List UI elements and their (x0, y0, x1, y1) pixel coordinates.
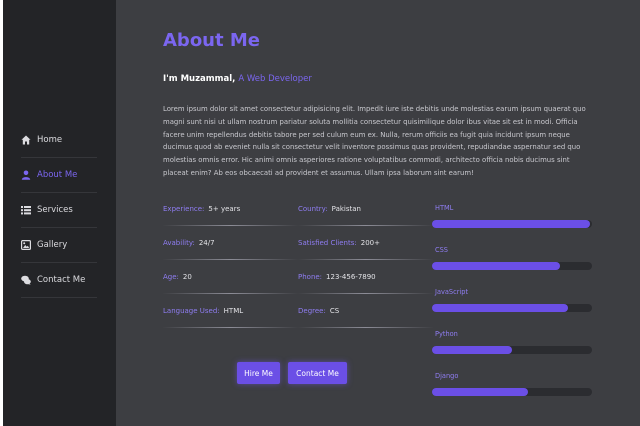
user-icon (21, 170, 31, 180)
skill-bar-track (432, 262, 592, 270)
main-content: About Me I'm Muzammal, A Web Developer L… (116, 0, 640, 426)
info-row: Avability: 24/7 Satisfied Clients: 200+ (163, 226, 433, 260)
skill-bar-track (432, 346, 592, 354)
skill-python: Python (432, 330, 592, 372)
nav-item-services[interactable]: Services (21, 193, 97, 228)
nav-item-label: Home (37, 135, 63, 145)
nav-item-about-me[interactable]: About Me (21, 158, 97, 193)
intro-role: A Web Developer (238, 74, 312, 84)
nav-item-home[interactable]: Home (21, 123, 97, 158)
info-country: Country: Pakistan (298, 192, 433, 226)
nav-item-contact-me[interactable]: Contact Me (21, 263, 97, 298)
info-row: Age: 20 Phone: 123-456-7890 (163, 260, 433, 294)
intro-name: I'm Muzammal, (163, 74, 236, 84)
image-icon (21, 240, 31, 250)
info-phone: Phone: 123-456-7890 (298, 260, 433, 294)
info-value: 24/7 (198, 238, 215, 247)
info-label: Degree: (298, 306, 326, 315)
nav-item-label: Gallery (37, 240, 68, 250)
skill-bar-fill (432, 388, 528, 396)
skill-name: CSS (435, 246, 448, 254)
info-degree: Degree: CS (298, 294, 433, 328)
nav-item-label: Services (37, 205, 73, 215)
home-icon (21, 135, 31, 145)
intro-line: I'm Muzammal, A Web Developer (163, 74, 312, 84)
info-value: 20 (182, 272, 192, 281)
skill-bar-fill (432, 220, 591, 228)
info-value: 200+ (360, 238, 380, 247)
skills-list: HTML CSS JavaScript Python Django (432, 204, 592, 414)
info-label: Country: (298, 204, 328, 213)
skill-name: Django (435, 372, 459, 380)
info-label: Experience: (163, 204, 205, 213)
info-value: HTML (223, 306, 244, 315)
skill-bar-track (432, 304, 592, 312)
skill-html: HTML (432, 204, 592, 246)
skill-bar-fill (432, 262, 560, 270)
info-label: Age: (163, 272, 179, 281)
info-value: 123-456-7890 (326, 272, 376, 281)
info-age: Age: 20 (163, 260, 298, 294)
info-value: CS (329, 306, 340, 315)
info-label: Satisfied Clients: (298, 238, 357, 247)
info-row: Language Used: HTML Degree: CS (163, 294, 433, 328)
info-value: 5+ years (208, 204, 241, 213)
info-grid: Experience: 5+ years Country: Pakistan Ava… (163, 192, 433, 328)
chat-icon (21, 275, 31, 285)
info-label: Language Used: (163, 306, 220, 315)
skill-bar-fill (432, 346, 512, 354)
nav-item-label: About Me (37, 170, 78, 180)
skill-bar-track (432, 220, 592, 228)
page-title: About Me (163, 30, 260, 51)
bio-paragraph: Lorem ipsum dolor sit amet consectetur a… (163, 105, 586, 177)
skill-name: Python (435, 330, 458, 338)
nav-item-gallery[interactable]: Gallery (21, 228, 97, 263)
info-label: Avability: (163, 238, 195, 247)
skill-javascript: JavaScript (432, 288, 592, 330)
info-label: Phone: (298, 272, 323, 281)
info-availability: Avability: 24/7 (163, 226, 298, 260)
list-icon (21, 206, 31, 215)
info-value: Pakistan (331, 204, 361, 213)
skill-name: JavaScript (435, 288, 469, 296)
skill-bar-track (432, 388, 592, 396)
info-satisfied-clients: Satisfied Clients: 200+ (298, 226, 433, 260)
hire-me-button[interactable]: Hire Me (237, 362, 280, 384)
sidebar-nav: Home About Me Services Gallery Contact M… (21, 123, 97, 298)
sidebar: Home About Me Services Gallery Contact M… (3, 0, 116, 426)
skill-css: CSS (432, 246, 592, 288)
info-experience: Experience: 5+ years (163, 192, 298, 226)
nav-item-label: Contact Me (37, 275, 86, 285)
skill-name: HTML (435, 204, 454, 212)
skill-django: Django (432, 372, 592, 414)
contact-me-button[interactable]: Contact Me (288, 362, 347, 384)
info-row: Experience: 5+ years Country: Pakistan (163, 192, 433, 226)
info-language-used: Language Used: HTML (163, 294, 298, 328)
skill-bar-fill (432, 304, 568, 312)
